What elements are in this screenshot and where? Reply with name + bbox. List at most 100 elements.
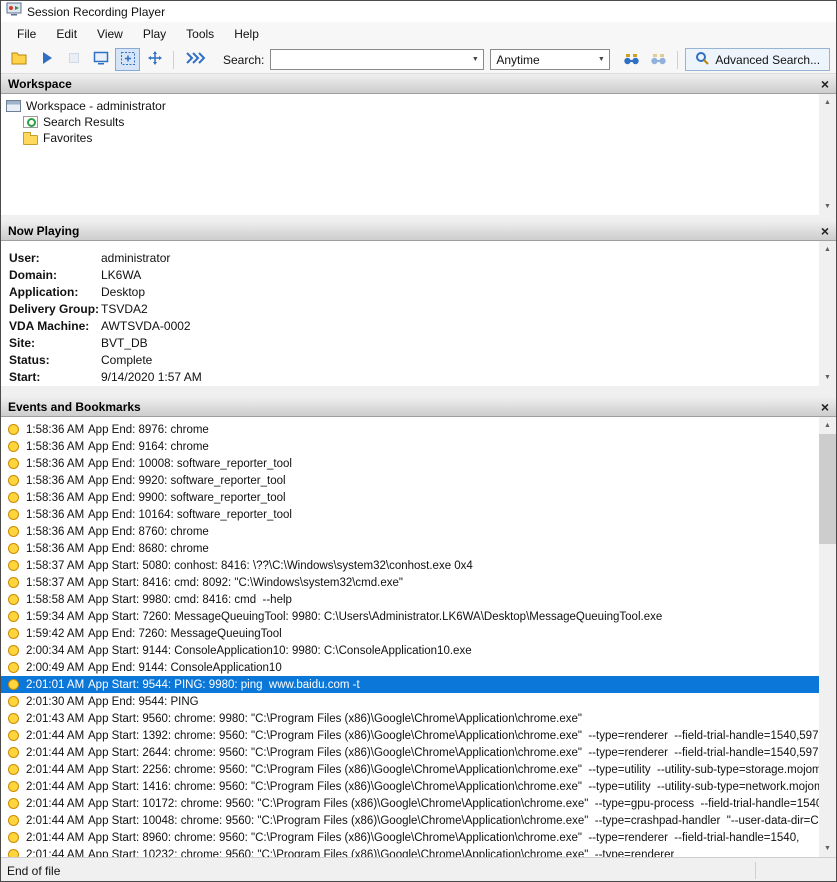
fit-to-window-button[interactable]: [115, 48, 140, 71]
event-row[interactable]: 1:58:36 AMApp End: 9900: software_report…: [1, 489, 819, 506]
event-row[interactable]: 1:58:37 AMApp Start: 5080: conhost: 8416…: [1, 557, 819, 574]
pan-button[interactable]: [142, 48, 167, 71]
event-row[interactable]: 1:58:36 AMApp End: 9164: chrome: [1, 438, 819, 455]
event-bookmark-icon: [8, 730, 19, 741]
event-text: App Start: 9544: PING: 9980: ping www.ba…: [88, 679, 360, 691]
property-label: Application:: [9, 285, 101, 299]
menu-tools[interactable]: Tools: [176, 23, 224, 45]
event-bookmark-icon: [8, 475, 19, 486]
search-input[interactable]: ▼: [270, 49, 484, 70]
event-row[interactable]: 2:01:44 AMApp Start: 10232: chrome: 9560…: [1, 846, 819, 857]
menu-file[interactable]: File: [7, 23, 46, 45]
property-row: Status:Complete: [9, 351, 819, 368]
event-time: 1:58:36 AM: [26, 441, 88, 453]
property-row: Site:BVT_DB: [9, 334, 819, 351]
scrollbar-thumb[interactable]: [819, 434, 836, 544]
close-icon[interactable]: ×: [821, 224, 829, 238]
property-label: Delivery Group:: [9, 302, 101, 316]
event-row[interactable]: 1:58:36 AMApp End: 9920: software_report…: [1, 472, 819, 489]
folder-icon: [23, 135, 38, 145]
event-row[interactable]: 2:01:44 AMApp Start: 10048: chrome: 9560…: [1, 812, 819, 829]
event-row[interactable]: 2:01:01 AMApp Start: 9544: PING: 9980: p…: [1, 676, 819, 693]
event-row[interactable]: 1:58:36 AMApp End: 8976: chrome: [1, 421, 819, 438]
stop-icon: [67, 51, 81, 68]
event-row[interactable]: 2:00:49 AMApp End: 9144: ConsoleApplicat…: [1, 659, 819, 676]
event-time: 2:01:43 AM: [26, 713, 88, 725]
event-text: App Start: 2256: chrome: 9560: "C:\Progr…: [88, 764, 819, 776]
event-row[interactable]: 1:58:37 AMApp Start: 8416: cmd: 8092: "C…: [1, 574, 819, 591]
now-playing-scrollbar[interactable]: ▲ ▼: [819, 241, 836, 386]
close-icon[interactable]: ×: [821, 77, 829, 91]
event-time: 1:58:36 AM: [26, 543, 88, 555]
event-text: App End: 10164: software_reporter_tool: [88, 509, 292, 521]
event-row[interactable]: 1:58:36 AMApp End: 8680: chrome: [1, 540, 819, 557]
event-row[interactable]: 1:58:36 AMApp End: 10164: software_repor…: [1, 506, 819, 523]
event-time: 2:01:30 AM: [26, 696, 88, 708]
event-row[interactable]: 2:01:44 AMApp Start: 2256: chrome: 9560:…: [1, 761, 819, 778]
close-icon[interactable]: ×: [821, 400, 829, 414]
search-down-button[interactable]: [619, 48, 644, 71]
fast-forward-button[interactable]: [180, 48, 210, 71]
workspace-scrollbar[interactable]: ▲ ▼: [819, 94, 836, 215]
stop-button[interactable]: [61, 48, 86, 71]
monitor-icon: [93, 51, 109, 69]
property-label: User:: [9, 251, 101, 265]
menu-view[interactable]: View: [87, 23, 133, 45]
event-bookmark-icon: [8, 594, 19, 605]
property-value: 9/14/2020 1:57 AM: [101, 370, 202, 384]
event-time: 2:01:44 AM: [26, 730, 88, 742]
property-value: AWTSVDA-0002: [101, 319, 191, 333]
workspace-panel: Workspace × Workspace - administratorSea…: [1, 74, 836, 215]
chevron-down-icon[interactable]: ▼: [593, 56, 609, 63]
tree-item[interactable]: Favorites: [6, 130, 819, 146]
event-time: 1:59:34 AM: [26, 611, 88, 623]
snapshot-button[interactable]: [88, 48, 113, 71]
scroll-down-icon[interactable]: ▼: [819, 840, 836, 857]
event-time: 2:00:49 AM: [26, 662, 88, 674]
open-file-button[interactable]: [7, 48, 32, 71]
events-scrollbar[interactable]: ▲ ▼: [819, 417, 836, 857]
event-row[interactable]: 1:58:36 AMApp End: 10008: software_repor…: [1, 455, 819, 472]
play-button[interactable]: [34, 48, 59, 71]
event-row[interactable]: 2:01:44 AMApp Start: 10172: chrome: 9560…: [1, 795, 819, 812]
status-bar: End of file: [1, 857, 836, 882]
event-row[interactable]: 2:01:44 AMApp Start: 8960: chrome: 9560:…: [1, 829, 819, 846]
events-panel-title: Events and Bookmarks: [8, 400, 141, 414]
chevron-down-icon[interactable]: ▼: [467, 56, 483, 63]
scroll-up-icon[interactable]: ▲: [819, 241, 836, 258]
event-text: App Start: 10048: chrome: 9560: "C:\Prog…: [88, 815, 819, 827]
event-time: 2:01:44 AM: [26, 849, 88, 858]
fit-screen-icon: [120, 51, 136, 69]
scroll-up-icon[interactable]: ▲: [819, 94, 836, 111]
property-label: Status:: [9, 353, 101, 367]
event-row[interactable]: 1:58:36 AMApp End: 8760: chrome: [1, 523, 819, 540]
search-up-button[interactable]: [646, 48, 671, 71]
menu-help[interactable]: Help: [224, 23, 269, 45]
event-row[interactable]: 1:59:34 AMApp Start: 7260: MessageQueuin…: [1, 608, 819, 625]
event-row[interactable]: 1:58:58 AMApp Start: 9980: cmd: 8416: cm…: [1, 591, 819, 608]
event-row[interactable]: 2:01:30 AMApp End: 9544: PING: [1, 693, 819, 710]
event-time: 1:58:37 AM: [26, 577, 88, 589]
event-row[interactable]: 2:00:34 AMApp Start: 9144: ConsoleApplic…: [1, 642, 819, 659]
menu-edit[interactable]: Edit: [46, 23, 87, 45]
scroll-down-icon[interactable]: ▼: [819, 198, 836, 215]
event-text: App Start: 1416: chrome: 9560: "C:\Progr…: [88, 781, 819, 793]
event-time: 1:58:36 AM: [26, 458, 88, 470]
property-value: Desktop: [101, 285, 145, 299]
event-row[interactable]: 2:01:44 AMApp Start: 1392: chrome: 9560:…: [1, 727, 819, 744]
event-row[interactable]: 2:01:44 AMApp Start: 1416: chrome: 9560:…: [1, 778, 819, 795]
event-row[interactable]: 2:01:43 AMApp Start: 9560: chrome: 9980:…: [1, 710, 819, 727]
time-filter-select[interactable]: Anytime ▼: [490, 49, 610, 70]
menu-play[interactable]: Play: [133, 23, 176, 45]
scroll-down-icon[interactable]: ▼: [819, 369, 836, 386]
tree-item[interactable]: Workspace - administrator: [6, 98, 819, 114]
event-text: App Start: 7260: MessageQueuingTool: 998…: [88, 611, 662, 623]
event-time: 2:01:44 AM: [26, 781, 88, 793]
event-bookmark-icon: [8, 628, 19, 639]
advanced-search-button[interactable]: Advanced Search...: [685, 48, 830, 71]
tree-item[interactable]: Search Results: [6, 114, 819, 130]
panel-splitter[interactable]: [1, 386, 836, 397]
event-row[interactable]: 1:59:42 AMApp End: 7260: MessageQueuingT…: [1, 625, 819, 642]
event-row[interactable]: 2:01:44 AMApp Start: 2644: chrome: 9560:…: [1, 744, 819, 761]
scroll-up-icon[interactable]: ▲: [819, 417, 836, 434]
